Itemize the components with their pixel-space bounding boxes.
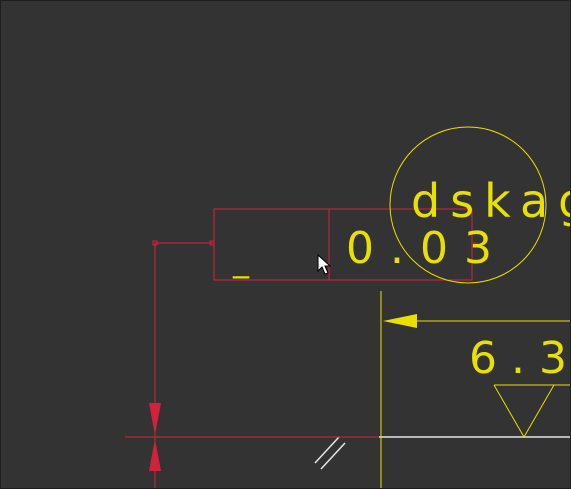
finish-triangle-icon [493,384,555,439]
surface-finish-symbol[interactable]: 6.3 [380,291,570,488]
arrow-left-icon [383,314,417,328]
chamfer-edge-inner[interactable] [320,442,346,470]
arrow-down-icon [149,403,161,435]
drawing-svg[interactable]: _ 0.03 dskag 6.3 [1,1,570,488]
finish-value-text[interactable]: 6.3 [469,333,570,384]
chamfer-edge-outer[interactable] [314,436,340,464]
fcf-tolerance-text[interactable]: 0.03 [346,223,508,274]
datum-leader[interactable] [125,240,379,488]
balloon-label[interactable]: dskag [411,174,570,228]
arrow-up-icon [149,439,161,471]
arrow-pointer-icon [317,253,332,275]
drawing-canvas[interactable]: _ 0.03 dskag 6.3 [1,1,570,488]
fcf-symbol-text[interactable]: _ [232,241,250,279]
model-geometry[interactable] [314,436,570,470]
